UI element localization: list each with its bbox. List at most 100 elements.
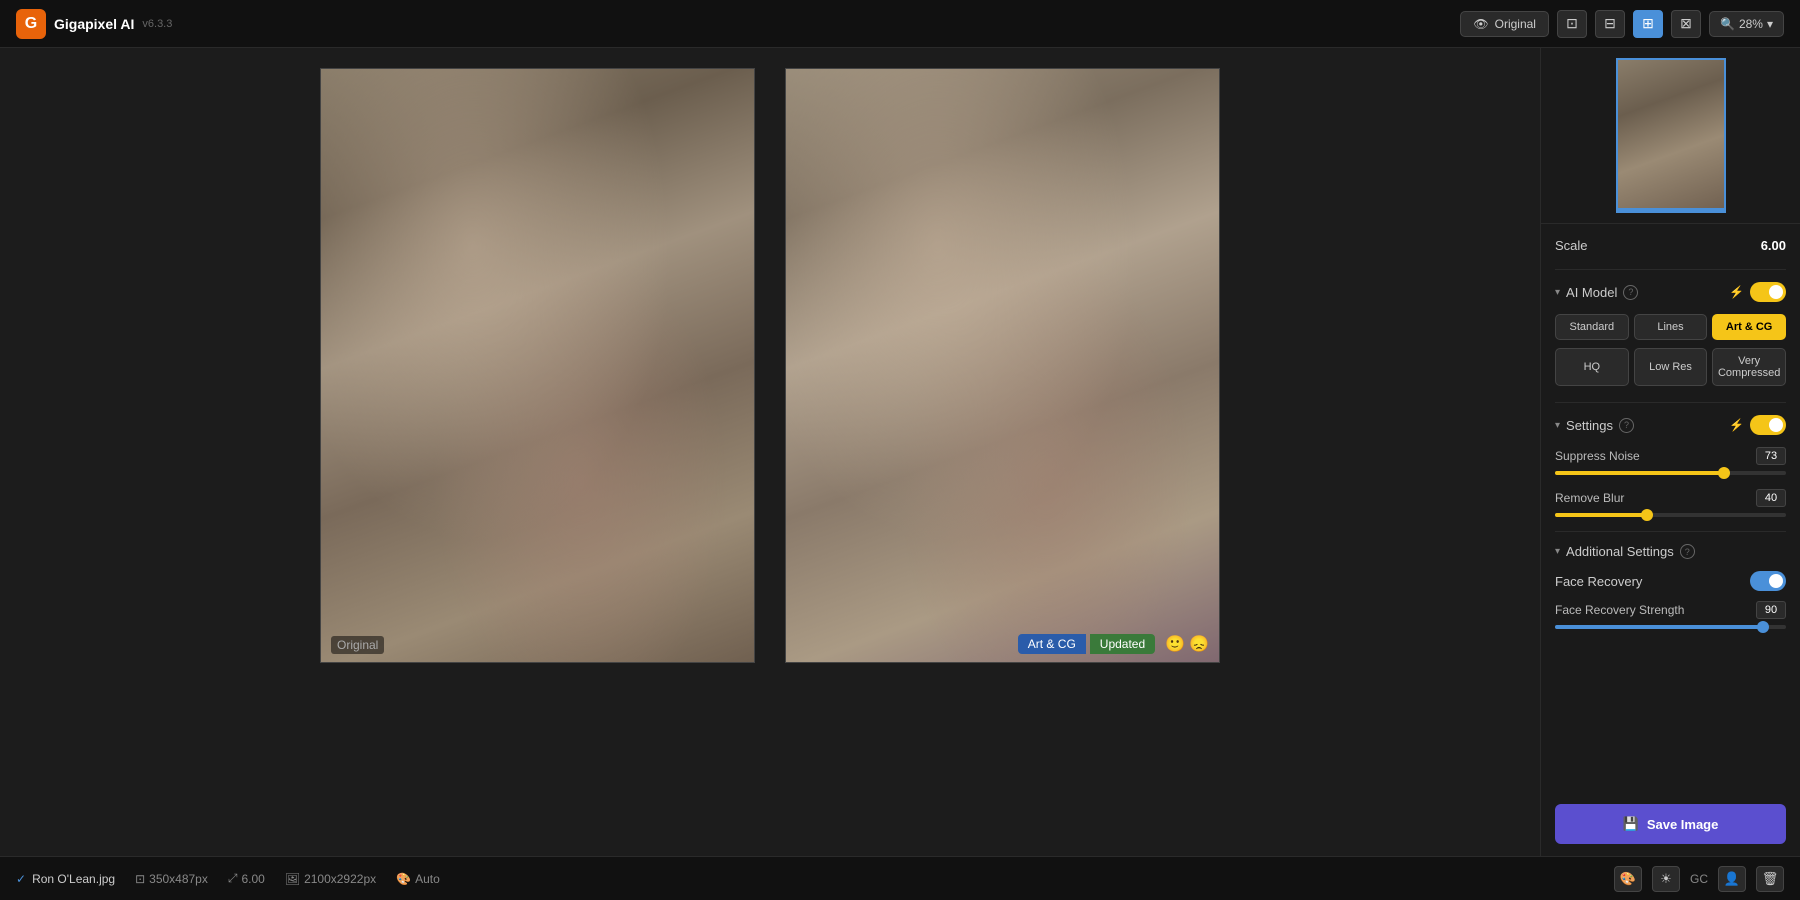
thumbnail-image — [1616, 58, 1726, 213]
settings-help-icon[interactable]: ? — [1619, 418, 1634, 433]
face-recovery-strength-value[interactable]: 90 — [1756, 601, 1786, 619]
ai-model-help-icon[interactable]: ? — [1623, 285, 1638, 300]
processed-photo — [786, 69, 1219, 662]
model-lowres-button[interactable]: Low Res — [1634, 348, 1708, 386]
ai-model-section-right: ⚡ — [1729, 282, 1786, 302]
original-image: Original — [320, 68, 755, 663]
check-icon: ✓ — [16, 872, 26, 886]
output-size-info: 🖼 2100x2922px — [285, 872, 376, 886]
scale-icon: ⤢ — [228, 871, 238, 886]
additional-settings-chevron-icon[interactable]: ▾ — [1555, 546, 1560, 557]
face-recovery-strength-label: Face Recovery Strength — [1555, 603, 1684, 617]
model-verycompressed-button[interactable]: Very Compressed — [1712, 348, 1786, 386]
suppress-noise-track[interactable] — [1555, 471, 1786, 475]
suppress-noise-thumb[interactable] — [1718, 467, 1730, 479]
suppress-noise-value[interactable]: 73 — [1756, 447, 1786, 465]
output-size: 2100x2922px — [304, 872, 376, 886]
delete-button[interactable]: 🗑 — [1756, 866, 1784, 892]
model-standard-button[interactable]: Standard — [1555, 314, 1629, 340]
view-grid-button[interactable]: ⊠ — [1671, 10, 1701, 38]
view-single-button[interactable]: ⊡ — [1557, 10, 1587, 38]
original-button[interactable]: 👁 Original — [1460, 11, 1549, 37]
original-label: Original — [331, 636, 384, 654]
logo-area: G Gigapixel AI v6.3.3 — [16, 9, 172, 39]
ai-model-title-area: ▾ AI Model ? — [1555, 285, 1638, 300]
smiley-negative-icon[interactable]: 😞 — [1189, 634, 1209, 654]
chevron-down-icon: ▾ — [1767, 17, 1773, 31]
ai-model-chevron-icon[interactable]: ▾ — [1555, 287, 1560, 298]
model-buttons-row1: Standard Lines Art & CG — [1555, 314, 1786, 340]
face-recovery-strength-section: Face Recovery Strength 90 — [1555, 601, 1786, 629]
ai-model-section-header: ▾ AI Model ? ⚡ — [1555, 282, 1786, 302]
remove-blur-track[interactable] — [1555, 513, 1786, 517]
remove-blur-label: Remove Blur — [1555, 491, 1624, 505]
bottom-actions: 🎨 ☀ GC 👤 🗑 — [1614, 866, 1784, 892]
model-hq-button[interactable]: HQ — [1555, 348, 1629, 386]
remove-blur-thumb[interactable] — [1641, 509, 1653, 521]
scale-info: ⤢ 6.00 — [228, 871, 265, 886]
additional-settings-title-area: ▾ Additional Settings ? — [1555, 544, 1695, 559]
processed-image: Art & CG Updated 🙂 😞 — [785, 68, 1220, 663]
save-image-button[interactable]: 💾 Save Image — [1555, 804, 1786, 844]
original-photo — [321, 69, 754, 662]
thumbnail-area — [1541, 48, 1800, 224]
face-recovery-strength-track[interactable] — [1555, 625, 1786, 629]
face-recovery-toggle[interactable] — [1750, 571, 1786, 591]
additional-settings-help-icon[interactable]: ? — [1680, 544, 1695, 559]
suppress-noise-fill — [1555, 471, 1724, 475]
eye-icon: 👁 — [1473, 17, 1488, 31]
scale-value-bottom: 6.00 — [241, 872, 264, 886]
status-badge: Art & CG Updated 🙂 😞 — [1018, 634, 1209, 654]
app-logo-icon: G — [16, 9, 46, 39]
remove-blur-fill — [1555, 513, 1647, 517]
face-recovery-row: Face Recovery — [1555, 571, 1786, 591]
scale-row: Scale 6.00 — [1555, 238, 1786, 253]
save-icon: 💾 — [1623, 816, 1639, 832]
model-lines-button[interactable]: Lines — [1634, 314, 1708, 340]
mode-label: Auto — [415, 872, 440, 886]
original-size: 350x487px — [149, 872, 208, 886]
settings-section-right: ⚡ — [1729, 415, 1786, 435]
smiley-icons: 🙂 😞 — [1165, 634, 1209, 654]
additional-settings-section-header: ▾ Additional Settings ? — [1555, 544, 1786, 559]
mode-info: 🎨 Auto — [396, 872, 440, 886]
face-recovery-strength-thumb[interactable] — [1757, 621, 1769, 633]
smiley-positive-icon[interactable]: 🙂 — [1165, 634, 1185, 654]
brightness-button[interactable]: ☀ — [1652, 866, 1680, 892]
palette-button[interactable]: 🎨 — [1614, 866, 1642, 892]
settings-toggle[interactable] — [1750, 415, 1786, 435]
main-content: Original Art & CG Updated 🙂 😞 — [0, 48, 1800, 856]
face-recovery-strength-header: Face Recovery Strength 90 — [1555, 601, 1786, 619]
settings-chevron-icon[interactable]: ▾ — [1555, 420, 1560, 431]
app-title: Gigapixel AI — [54, 16, 134, 32]
topbar-controls: 👁 Original ⊡ ⊟ ⊞ ⊠ 🔍 28% ▾ — [1460, 10, 1784, 38]
app-version: v6.3.3 — [142, 18, 172, 30]
settings-title-area: ▾ Settings ? — [1555, 418, 1634, 433]
file-name-area: ✓ Ron O'Lean.jpg — [16, 872, 115, 886]
thumbnail-bar — [1618, 208, 1724, 211]
suppress-noise-header: Suppress Noise 73 — [1555, 447, 1786, 465]
ai-model-toggle[interactable] — [1750, 282, 1786, 302]
topbar: G Gigapixel AI v6.3.3 👁 Original ⊡ ⊟ ⊞ ⊠… — [0, 0, 1800, 48]
scale-value: 6.00 — [1761, 238, 1786, 253]
gc-label: GC — [1690, 872, 1708, 886]
person-button[interactable]: 👤 — [1718, 866, 1746, 892]
resize-icon: ⊡ — [135, 872, 145, 886]
processed-image-panel: Art & CG Updated 🙂 😞 — [785, 68, 1220, 663]
model-artcg-button[interactable]: Art & CG — [1712, 314, 1786, 340]
scale-label: Scale — [1555, 238, 1588, 253]
badge-updated: Updated — [1090, 634, 1155, 654]
zoom-control[interactable]: 🔍 28% ▾ — [1709, 11, 1784, 37]
right-panel: Scale 6.00 ▾ AI Model ? ⚡ Standard Li — [1540, 48, 1800, 856]
remove-blur-value[interactable]: 40 — [1756, 489, 1786, 507]
lightning-icon: ⚡ — [1729, 285, 1744, 299]
auto-icon: 🎨 — [396, 872, 411, 886]
output-icon: 🖼 — [285, 872, 300, 886]
settings-lightning-icon: ⚡ — [1729, 418, 1744, 432]
view-sidebyside-button[interactable]: ⊞ — [1633, 10, 1663, 38]
remove-blur-header: Remove Blur 40 — [1555, 489, 1786, 507]
view-split-button[interactable]: ⊟ — [1595, 10, 1625, 38]
settings-panel: Scale 6.00 ▾ AI Model ? ⚡ Standard Li — [1541, 224, 1800, 792]
ai-model-title: AI Model — [1566, 285, 1617, 300]
model-buttons-row2: HQ Low Res Very Compressed — [1555, 348, 1786, 386]
